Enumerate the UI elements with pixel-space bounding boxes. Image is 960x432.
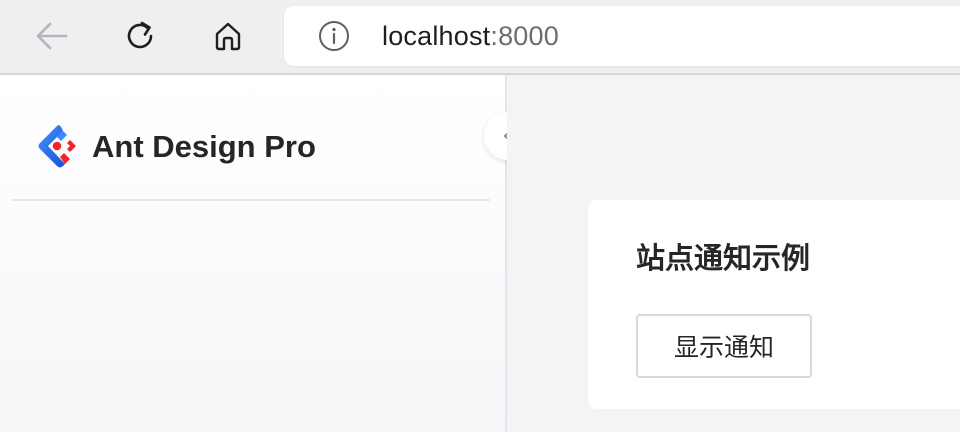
url-host: localhost <box>382 21 491 51</box>
reload-icon <box>127 21 153 49</box>
browser-toolbar: localhost:8000 <box>0 0 960 75</box>
ant-design-logo-icon <box>38 125 76 168</box>
home-icon <box>215 22 241 51</box>
url-text[interactable]: localhost:8000 <box>382 20 559 52</box>
show-notification-button[interactable]: 显示通知 <box>636 314 812 378</box>
address-bar[interactable]: localhost:8000 <box>284 6 960 66</box>
ant-design-logo[interactable] <box>34 123 80 169</box>
arrow-left-icon <box>36 22 68 50</box>
reload-button[interactable] <box>118 14 162 58</box>
back-button[interactable] <box>30 14 74 58</box>
brand-title[interactable]: Ant Design Pro <box>92 127 316 167</box>
notification-card: 站点通知示例 显示通知 <box>588 200 960 409</box>
card-title: 站点通知示例 <box>636 241 811 275</box>
sidebar-divider <box>12 199 490 201</box>
info-icon[interactable] <box>318 20 350 52</box>
url-port: :8000 <box>490 21 559 51</box>
main-content: 站点通知示例 显示通知 <box>507 75 960 432</box>
home-button[interactable] <box>206 14 250 58</box>
sidebar: Ant Design Pro <box>0 75 507 432</box>
